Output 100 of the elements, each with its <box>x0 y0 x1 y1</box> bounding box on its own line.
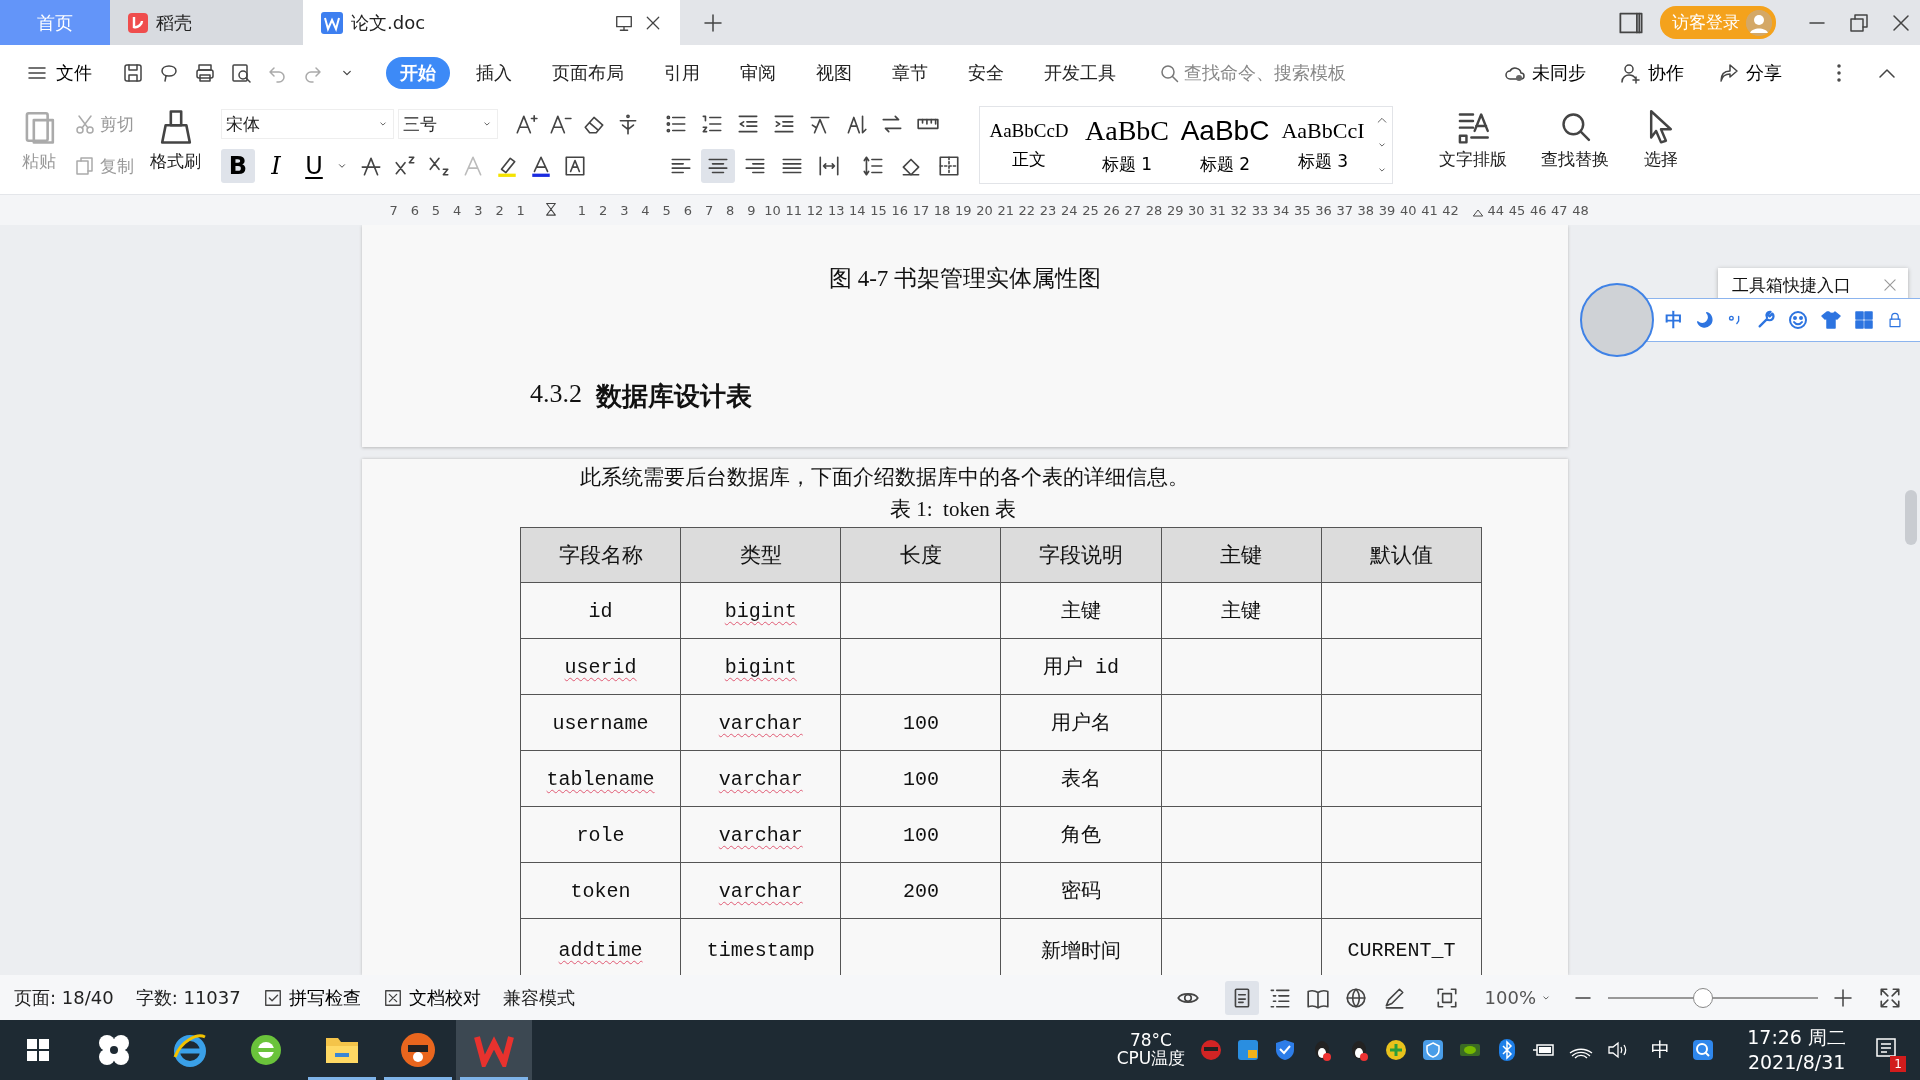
ruler-number: 6 <box>682 202 693 218</box>
bold-button[interactable]: B <box>221 149 255 183</box>
ruler-number: 26 <box>1102 202 1121 218</box>
grow-font-icon[interactable] <box>514 112 538 136</box>
add-tab-icon[interactable] <box>702 11 724 34</box>
fullscreen-icon[interactable] <box>1878 985 1902 1010</box>
wps-app-icon[interactable] <box>456 1020 532 1080</box>
wrench-icon[interactable] <box>1756 310 1776 330</box>
ruler-number: 24 <box>1059 202 1079 218</box>
table-cell: 100 <box>840 694 1001 751</box>
ruler-number: 4 <box>640 202 651 218</box>
cursor-button[interactable]: 选择 <box>1637 106 1685 194</box>
x-box-icon <box>382 987 403 1008</box>
ruler-number: 7 <box>703 202 715 218</box>
font-name-field[interactable]: 宋体 <box>221 109 394 139</box>
moon-icon[interactable] <box>1694 310 1714 330</box>
tab[interactable]: 论文.doc <box>303 0 680 45</box>
ruler-number: 13 <box>826 202 846 218</box>
shirt-icon[interactable] <box>1820 309 1842 331</box>
character-border-icon[interactable] <box>563 154 587 178</box>
ribbon-tab[interactable]: 插入 <box>456 56 532 89</box>
underline-button[interactable]: U <box>297 149 331 183</box>
table-cell: tablename <box>520 750 681 807</box>
ribbon-tab[interactable]: 视图 <box>796 56 872 89</box>
table-cell: username <box>520 694 681 751</box>
zoom-in-icon[interactable] <box>1832 986 1854 1009</box>
copy-icon <box>74 155 96 177</box>
ribbon-tab[interactable]: 章节 <box>872 56 948 89</box>
ruler-number: 36 <box>1314 202 1333 218</box>
zoom-level-dropdown[interactable]: 100% <box>1478 986 1558 1009</box>
font-color-icon[interactable] <box>529 154 553 178</box>
lock-icon[interactable] <box>1886 311 1904 329</box>
column-header: 主键 <box>1161 527 1322 583</box>
ruler-number: 34 <box>1271 202 1291 218</box>
ruler-number: 20 <box>975 202 994 218</box>
clock[interactable]: 17:26 周二 2021/8/31 <box>1747 1025 1846 1075</box>
ruler-number: 15 <box>869 202 888 218</box>
ruler-number: 46 <box>1528 202 1548 218</box>
cpu-temperature[interactable]: 78°C CPU温度 <box>1116 1032 1186 1068</box>
table-cell: 密码 <box>1000 862 1162 919</box>
grid-icon[interactable] <box>1853 309 1875 331</box>
line-spacing-icon[interactable] <box>861 154 885 178</box>
column-header: 类型 <box>680 527 841 583</box>
table-caption: 表 1: token 表 <box>890 496 1016 523</box>
align-center-button[interactable] <box>701 149 735 183</box>
ruler-number: 7 <box>388 202 399 218</box>
search-button[interactable]: 查找替换 <box>1535 106 1615 194</box>
page-view-button[interactable] <box>1224 980 1259 1015</box>
ruler-number: 4 <box>452 202 463 218</box>
style-preset[interactable]: AaBbC 标题 2 <box>1176 107 1274 183</box>
ribbon-tab[interactable]: 引用 <box>644 56 720 89</box>
ime-mode-button[interactable]: 中 <box>1665 308 1683 332</box>
ribbon-tab[interactable]: 安全 <box>948 56 1024 89</box>
save-icon[interactable] <box>122 61 144 84</box>
ribbon-tab[interactable]: 开发工具 <box>1024 56 1136 89</box>
print-icon[interactable] <box>194 61 216 84</box>
table-cell: 主键 <box>1000 582 1162 639</box>
word-count: 字数: 11037 <box>135 985 241 1010</box>
file-menu[interactable]: 文件 <box>20 59 98 86</box>
transfer-icon[interactable] <box>1236 1038 1261 1062</box>
notification-icon[interactable] <box>1874 1036 1898 1060</box>
ruler-number: 6 <box>409 202 420 218</box>
ruler-number: 25 <box>1081 202 1100 218</box>
italic-button[interactable]: I <box>259 149 293 183</box>
ruler-number: 1 <box>576 202 588 218</box>
borders-icon[interactable] <box>937 154 961 178</box>
ruler-number: 42 <box>1441 202 1460 218</box>
smiley-icon[interactable] <box>1787 309 1809 331</box>
tab[interactable]: 稻壳 <box>110 0 303 45</box>
shield-app-icon[interactable] <box>1421 1038 1446 1062</box>
restore-icon[interactable] <box>1848 11 1870 34</box>
format-painter-button[interactable]: 格式刷 <box>144 106 207 175</box>
windows-logo-icon[interactable] <box>24 1036 52 1064</box>
table-cell: 100 <box>840 806 1001 863</box>
table-cell: varchar <box>680 750 841 807</box>
style-preset[interactable]: AaBbCcD 正文 <box>980 107 1078 183</box>
ruler-number: 38 <box>1356 202 1376 218</box>
proofread-button[interactable]: 文档校对 <box>382 985 481 1010</box>
column-header: 长度 <box>840 527 1001 583</box>
table-cell: 角色 <box>1000 806 1162 863</box>
style-preset[interactable]: AaBbC 标题 1 <box>1078 107 1176 183</box>
font-size-field[interactable]: 三号 <box>398 109 498 139</box>
text-layout-button[interactable]: 文字排版 <box>1433 106 1513 194</box>
ribbon-tab[interactable]: 审阅 <box>720 56 796 89</box>
collab-button[interactable]: 协作 <box>1614 59 1690 86</box>
share-button[interactable]: 分享 <box>1712 59 1788 86</box>
style-preset[interactable]: AaBbCcI 标题 3 <box>1274 107 1372 183</box>
ruler-number: 5 <box>430 202 442 218</box>
input-method-indicator[interactable]: 中 <box>1651 1037 1671 1063</box>
fit-page-icon[interactable] <box>1434 985 1459 1010</box>
tooltip-text: 工具箱快捷入口 <box>1732 273 1851 297</box>
spell-check-button[interactable]: 拼写检查 <box>262 985 361 1010</box>
search-app-icon[interactable] <box>1691 1038 1716 1062</box>
preview-icon[interactable] <box>230 61 252 84</box>
sync-button[interactable]: 未同步 <box>1498 59 1592 86</box>
table-cell: 100 <box>840 750 1001 807</box>
plus-badge-icon[interactable] <box>1384 1038 1409 1062</box>
checkbox-icon <box>262 987 283 1008</box>
ribbon-tab[interactable]: 页面布局 <box>532 56 644 89</box>
command-search-field[interactable]: 查找命令、搜索模板 <box>1158 60 1458 85</box>
